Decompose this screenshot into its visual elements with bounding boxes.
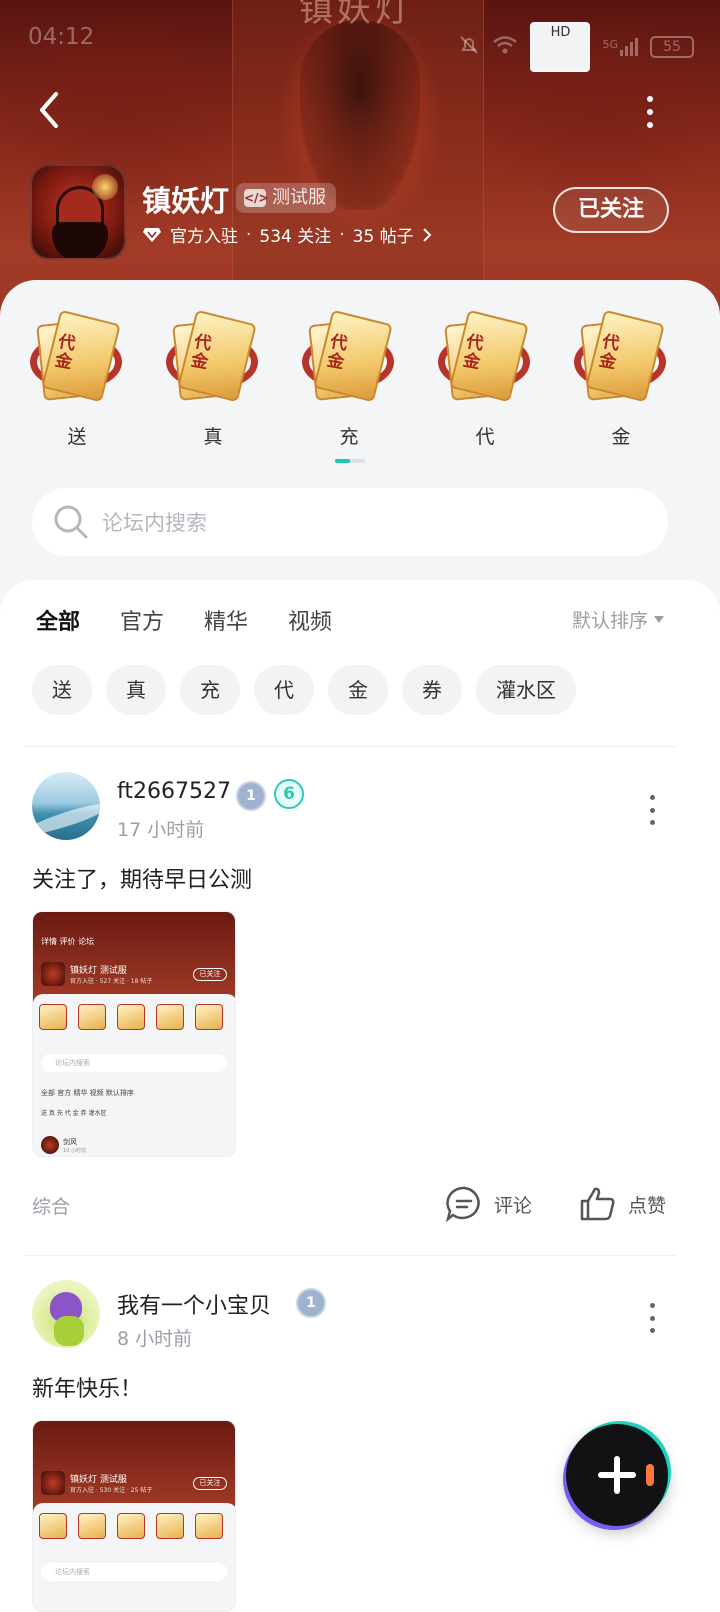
status-bar: 04:12 HD 5G 55 xyxy=(0,0,720,76)
tab-official[interactable]: 官方 xyxy=(120,604,164,642)
thumbs-up-icon xyxy=(580,1187,615,1221)
level-badge: 1 xyxy=(296,1288,326,1318)
feed-tabs: 全部 官方 精华 视频 xyxy=(36,604,332,642)
post-more-button[interactable] xyxy=(646,795,658,825)
chip-dai[interactable]: 代 xyxy=(254,665,314,715)
topic-chips: 送 真 充 代 金 券 灌水区 xyxy=(32,665,576,715)
like-button[interactable]: 点赞 xyxy=(578,1184,666,1224)
coupon-icon: 代金 xyxy=(302,309,396,408)
post-image[interactable]: 镇妖灯 测试服 官方入驻 · 530 关注 · 25 帖子 已关注 论坛内搜索 xyxy=(32,1420,236,1612)
coupon-icon: 代金 xyxy=(438,309,532,408)
gift-item-jin[interactable]: 代金 金 xyxy=(566,309,676,460)
wifi-icon xyxy=(492,35,518,60)
gift-item-chong[interactable]: 代金 充 xyxy=(294,309,404,460)
chip-zhen[interactable]: 真 xyxy=(106,665,166,715)
post-time: 17 小时前 xyxy=(117,819,205,841)
chip-jin[interactable]: 金 xyxy=(328,665,388,715)
back-button[interactable] xyxy=(30,88,74,132)
chip-quan[interactable]: 券 xyxy=(402,665,462,715)
gift-item-dai[interactable]: 代金 代 xyxy=(430,309,540,460)
user-name[interactable]: 我有一个小宝贝 xyxy=(117,1288,271,1320)
game-icon[interactable] xyxy=(30,164,126,260)
status-time: 04:12 xyxy=(28,24,95,50)
followers-count: 534 关注 xyxy=(259,227,332,247)
user-avatar[interactable] xyxy=(32,1280,100,1348)
post-image[interactable]: 详情 评价 论坛 镇妖灯 测试服 官方入驻 · 527 关注 · 18 帖子 已关… xyxy=(32,911,236,1157)
chevron-right-icon xyxy=(423,227,432,242)
gift-shortcuts: 代金 送 代金 真 代金 充 代金 代 代金 金 xyxy=(0,309,720,460)
game-meta[interactable]: 官方入驻 · 534 关注 · 35 帖子 xyxy=(142,222,432,247)
official-label: 官方入驻 xyxy=(170,227,238,247)
user-avatar[interactable] xyxy=(32,772,100,840)
post-time: 8 小时前 xyxy=(117,1328,193,1350)
page-indicator xyxy=(335,459,365,463)
comment-button[interactable]: 评论 xyxy=(444,1184,532,1224)
chip-chong[interactable]: 充 xyxy=(180,665,240,715)
new-post-button[interactable] xyxy=(566,1424,668,1526)
caret-down-icon xyxy=(654,616,665,623)
divider xyxy=(24,1255,676,1256)
more-options-button[interactable] xyxy=(632,90,668,134)
tab-all[interactable]: 全部 xyxy=(36,604,80,642)
search-placeholder: 论坛内搜索 xyxy=(102,511,207,535)
comment-icon xyxy=(445,1186,480,1223)
search-icon xyxy=(52,503,90,541)
follow-button[interactable]: 已关注 xyxy=(553,187,669,233)
test-server-badge: </> 测试服 xyxy=(236,183,336,213)
divider xyxy=(24,746,676,747)
chevron-left-icon xyxy=(40,92,58,128)
fab-accent xyxy=(646,1464,654,1486)
tab-featured[interactable]: 精华 xyxy=(204,604,248,642)
code-icon: </> xyxy=(244,189,269,207)
tab-video[interactable]: 视频 xyxy=(288,604,332,642)
battery-icon: 55 xyxy=(650,36,694,58)
gift-item-zhen[interactable]: 代金 真 xyxy=(158,309,268,460)
post-category[interactable]: 综合 xyxy=(32,1192,70,1219)
posts-count: 35 帖子 xyxy=(352,227,414,247)
diamond-icon xyxy=(143,227,161,242)
coupon-icon: 代金 xyxy=(166,309,260,408)
level-badge: 1 xyxy=(236,781,266,811)
gift-item-song[interactable]: 代金 送 xyxy=(22,309,132,460)
hd-indicator: HD xyxy=(530,22,591,72)
game-name: 镇妖灯 xyxy=(142,184,230,218)
sort-dropdown[interactable]: 默认排序 xyxy=(572,606,665,633)
achievement-badge: 6 xyxy=(274,779,304,809)
mute-icon xyxy=(458,34,480,61)
forum-search-input[interactable]: 论坛内搜索 xyxy=(32,488,668,556)
chip-water[interactable]: 灌水区 xyxy=(476,665,576,715)
status-icons: HD 5G 55 xyxy=(458,22,694,72)
signal-icon: 5G xyxy=(602,38,638,56)
chip-song[interactable]: 送 xyxy=(32,665,92,715)
coupon-icon: 代金 xyxy=(30,309,124,408)
post-text[interactable]: 新年快乐！ xyxy=(32,1371,142,1403)
coupon-icon: 代金 xyxy=(574,309,668,408)
post-more-button[interactable] xyxy=(646,1303,658,1333)
user-name[interactable]: ft2667527 xyxy=(117,779,231,804)
post-text[interactable]: 关注了，期待早日公测 xyxy=(32,862,252,894)
